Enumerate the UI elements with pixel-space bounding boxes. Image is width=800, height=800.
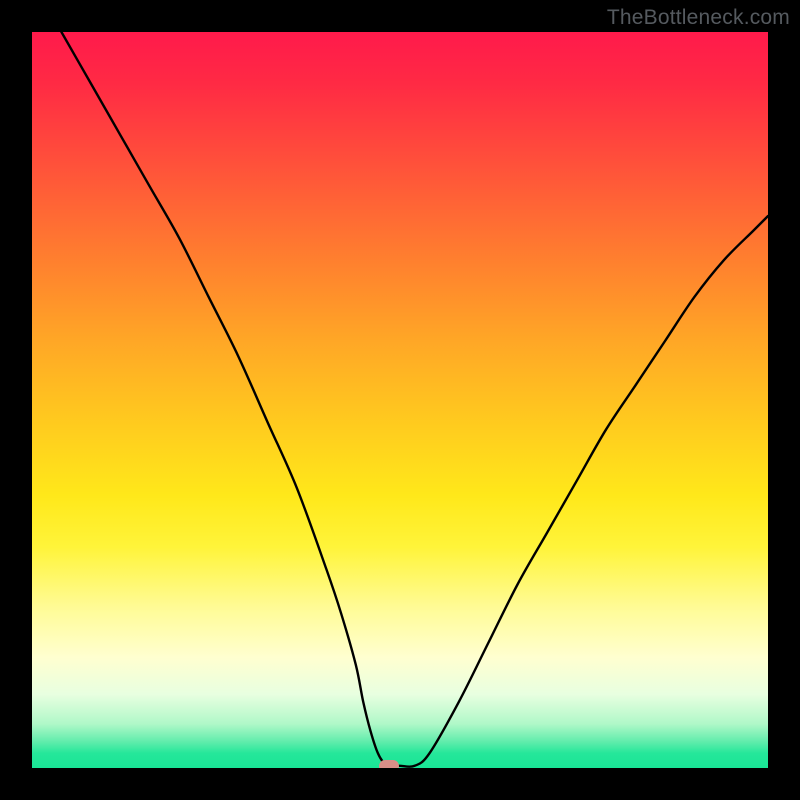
watermark-text: TheBottleneck.com	[607, 6, 790, 30]
bottleneck-minimum-marker	[379, 760, 399, 768]
bottleneck-curve	[32, 32, 768, 768]
plot-area	[32, 32, 768, 768]
chart-frame: TheBottleneck.com	[0, 0, 800, 800]
